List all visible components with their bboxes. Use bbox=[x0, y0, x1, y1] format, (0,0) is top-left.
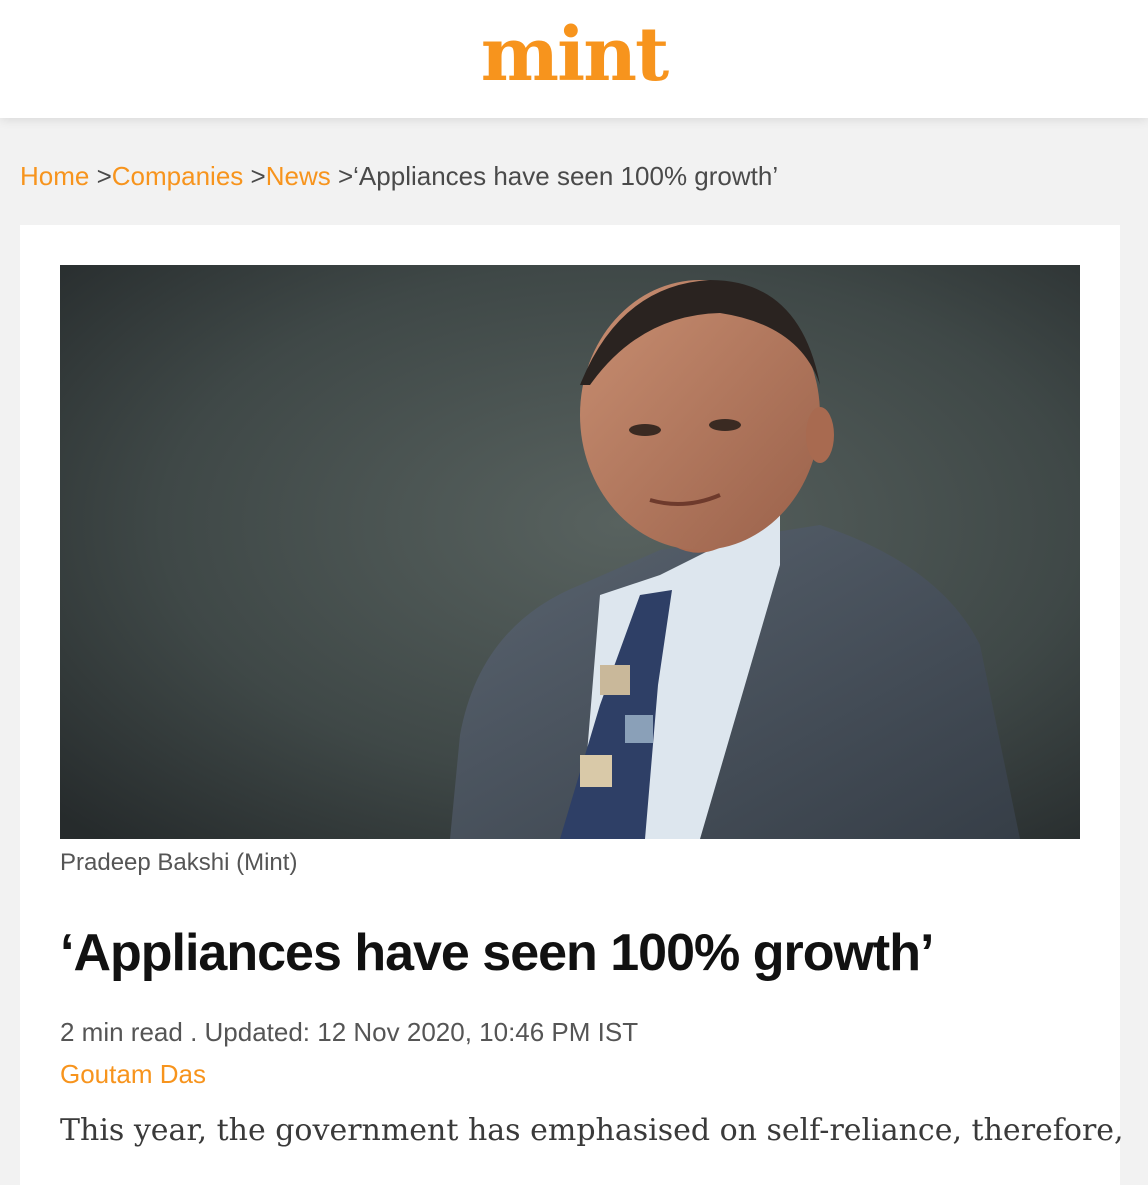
breadcrumb-current: ‘Appliances have seen 100% growth’ bbox=[353, 161, 779, 191]
breadcrumb-separator: > bbox=[89, 161, 112, 191]
site-header: mint bbox=[0, 0, 1148, 118]
article-headline: ‘Appliances have seen 100% growth’ bbox=[60, 924, 934, 982]
mint-logo[interactable]: mint bbox=[481, 18, 669, 92]
portrait-photo-icon bbox=[60, 265, 1080, 839]
breadcrumb-companies[interactable]: Companies bbox=[112, 161, 244, 191]
breadcrumb-separator: > bbox=[243, 161, 266, 191]
logo-text: mint bbox=[480, 12, 669, 98]
article-meta: 2 min read . Updated: 12 Nov 2020, 10:46… bbox=[60, 1017, 639, 1047]
article-body-text: This year, the government has emphasised… bbox=[60, 1113, 1124, 1148]
article-card: Pradeep Bakshi (Mint) ‘Appliances have s… bbox=[20, 225, 1124, 1185]
breadcrumb-separator: > bbox=[330, 161, 354, 191]
hero-image bbox=[60, 265, 1080, 839]
image-caption: Pradeep Bakshi (Mint) bbox=[60, 849, 298, 876]
breadcrumb: Home >Companies >News >‘Appliances have … bbox=[20, 158, 778, 194]
breadcrumb-home[interactable]: Home bbox=[20, 161, 89, 191]
breadcrumb-news[interactable]: News bbox=[266, 161, 331, 191]
author-link[interactable]: Goutam Das bbox=[60, 1057, 206, 1091]
